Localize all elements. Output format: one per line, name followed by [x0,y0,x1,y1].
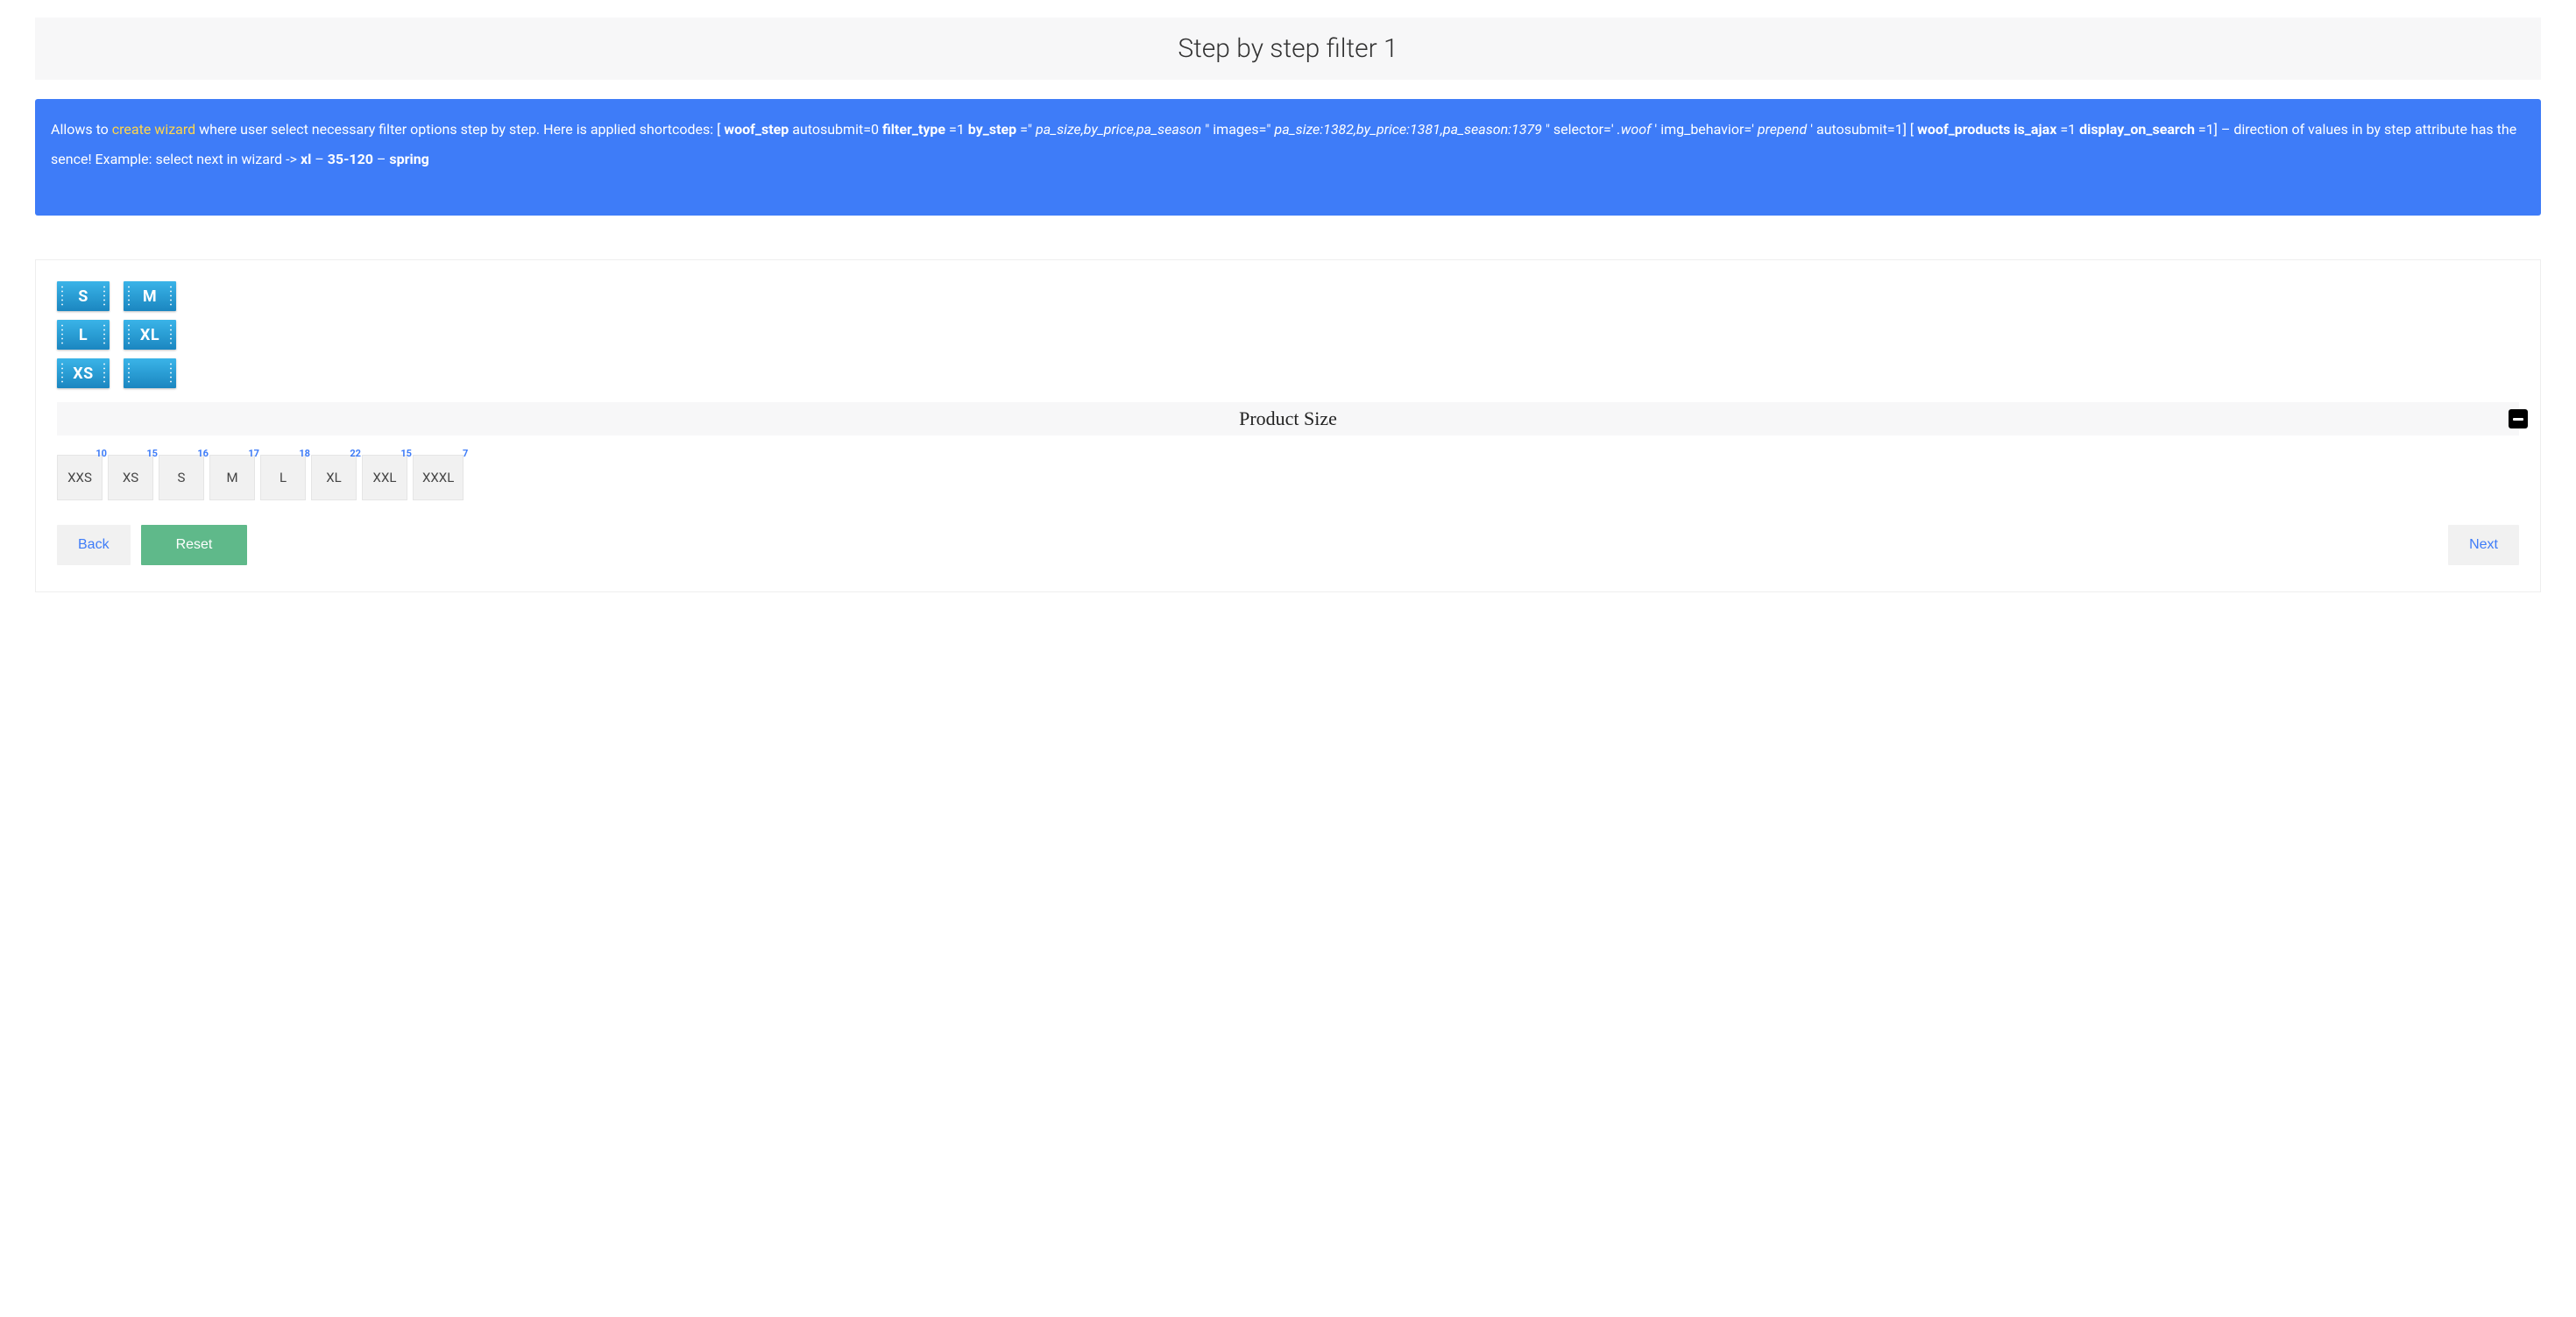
back-button[interactable]: Back [57,525,131,565]
info-text: autosubmit=0 [792,121,882,138]
size-tag-icon[interactable]: L [57,320,110,350]
size-count-badge: 15 [400,448,412,459]
size-tag-icon[interactable]: M [124,281,176,311]
size-option[interactable]: XXXL 7 [413,455,464,500]
info-text: – [377,151,389,167]
info-text: where user select necessary filter optio… [199,121,720,138]
size-option[interactable]: S 16 [159,455,204,500]
size-count-badge: 10 [96,448,107,459]
info-text: ' autosubmit=1] [ [1810,121,1914,138]
size-label: XXXL [422,470,454,485]
shortcode-name: woof_step [724,121,789,138]
param-value: pa_size,by_price,pa_season [1036,121,1201,138]
example-value: 35-120 [328,151,373,167]
param-value: prepend [1758,121,1807,138]
param-name: filter_type [882,121,945,138]
size-label: L [280,470,287,485]
info-text: ' img_behavior=' [1654,121,1754,138]
page-title-bar: Step by step filter 1 [35,18,2541,80]
actions-left: Back Reset [57,525,247,565]
size-count-badge: 15 [146,448,158,459]
size-option[interactable]: XXS 10 [57,455,103,500]
param-value: .woof [1617,121,1652,138]
size-option[interactable]: XL 22 [311,455,357,500]
filter-card: S M L XL XS Product Size XXS 10 XS 15 S … [35,259,2541,592]
example-value: xl [301,151,311,167]
param-value: pa_size:1382,by_price:1381,pa_season:137… [1275,121,1542,138]
info-text: =1 [949,121,968,138]
size-label: M [226,470,237,485]
size-label: S [178,470,186,485]
size-count-badge: 17 [248,448,259,459]
size-count-badge: 22 [350,448,361,459]
size-tag-icon[interactable]: XL [124,320,176,350]
size-tag-icon[interactable] [124,358,176,388]
shortcode-name: woof_products is_ajax [1917,121,2056,138]
param-name: by_step [968,121,1016,138]
info-text: =" [1020,121,1032,138]
create-wizard-link[interactable]: create wizard [112,121,195,138]
section-header: Product Size [57,402,2519,435]
size-options: XXS 10 XS 15 S 16 M 17 L 18 XL 22 XXL 15… [57,455,2519,500]
size-option[interactable]: L 18 [260,455,306,500]
section-title: Product Size [1239,407,1337,429]
info-panel: Allows to create wizard where user selec… [35,99,2541,216]
example-value: spring [389,151,428,167]
info-text: Allows to [51,121,112,138]
size-label: XS [123,470,138,485]
size-icon-grid: S M L XL XS [57,281,185,388]
info-text: Example: select next in wizard -> [96,151,301,167]
size-label: XXL [373,470,397,485]
info-text: =1 [2060,121,2079,138]
collapse-toggle[interactable] [2509,409,2528,428]
size-tag-icon[interactable]: S [57,281,110,311]
next-button[interactable]: Next [2448,525,2519,565]
info-text: – [315,151,327,167]
size-option[interactable]: M 17 [209,455,255,500]
size-label: XXS [67,470,92,485]
info-text: " images=" [1205,121,1270,138]
info-text: " selector=' [1546,121,1614,138]
size-option[interactable]: XXL 15 [362,455,407,500]
minus-icon [2513,418,2523,421]
page-title: Step by step filter 1 [35,33,2541,64]
size-option[interactable]: XS 15 [108,455,153,500]
size-tag-icon[interactable]: XS [57,358,110,388]
size-count-badge: 18 [299,448,310,459]
wizard-actions: Back Reset Next [57,525,2519,565]
size-label: XL [326,470,341,485]
param-name: display_on_search [2079,121,2195,138]
size-count-badge: 16 [197,448,209,459]
size-count-badge: 7 [463,448,468,459]
reset-button[interactable]: Reset [141,525,248,565]
